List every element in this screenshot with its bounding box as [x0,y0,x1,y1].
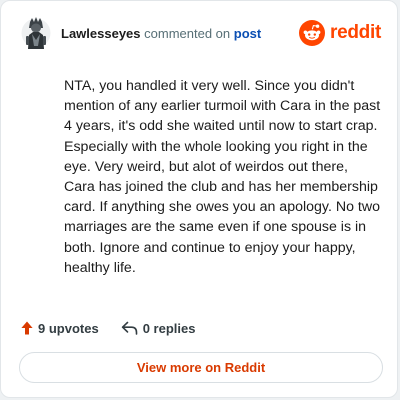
upvote-stat[interactable]: 9 upvotes [21,321,99,336]
comment-card: Lawlesseyes commented on post reddit NTA… [0,0,398,398]
post-link[interactable]: post [234,26,261,41]
avatar[interactable] [21,16,51,50]
avatar-figure-icon [21,17,51,49]
comment-body: NTA, you handled it very well. Since you… [64,78,381,276]
reply-stat[interactable]: 0 replies [121,320,196,336]
upvote-arrow-icon [21,321,33,335]
reply-arrow-icon [121,321,137,335]
view-more-button[interactable]: View more on Reddit [19,352,383,383]
comment-stats: 9 upvotes 0 replies [21,318,195,338]
action-text: commented on [144,26,231,41]
reddit-snoo-icon [299,20,326,46]
comment-header: Lawlesseyes commented on post reddit [19,15,381,51]
comment-meta: Lawlesseyes commented on post [61,26,261,42]
reddit-brand[interactable]: reddit [299,19,381,47]
reply-count: 0 replies [142,320,196,336]
author-name[interactable]: Lawlesseyes [61,26,141,41]
reddit-wordmark: reddit [330,22,381,43]
upvote-count: 9 upvotes [38,320,99,336]
